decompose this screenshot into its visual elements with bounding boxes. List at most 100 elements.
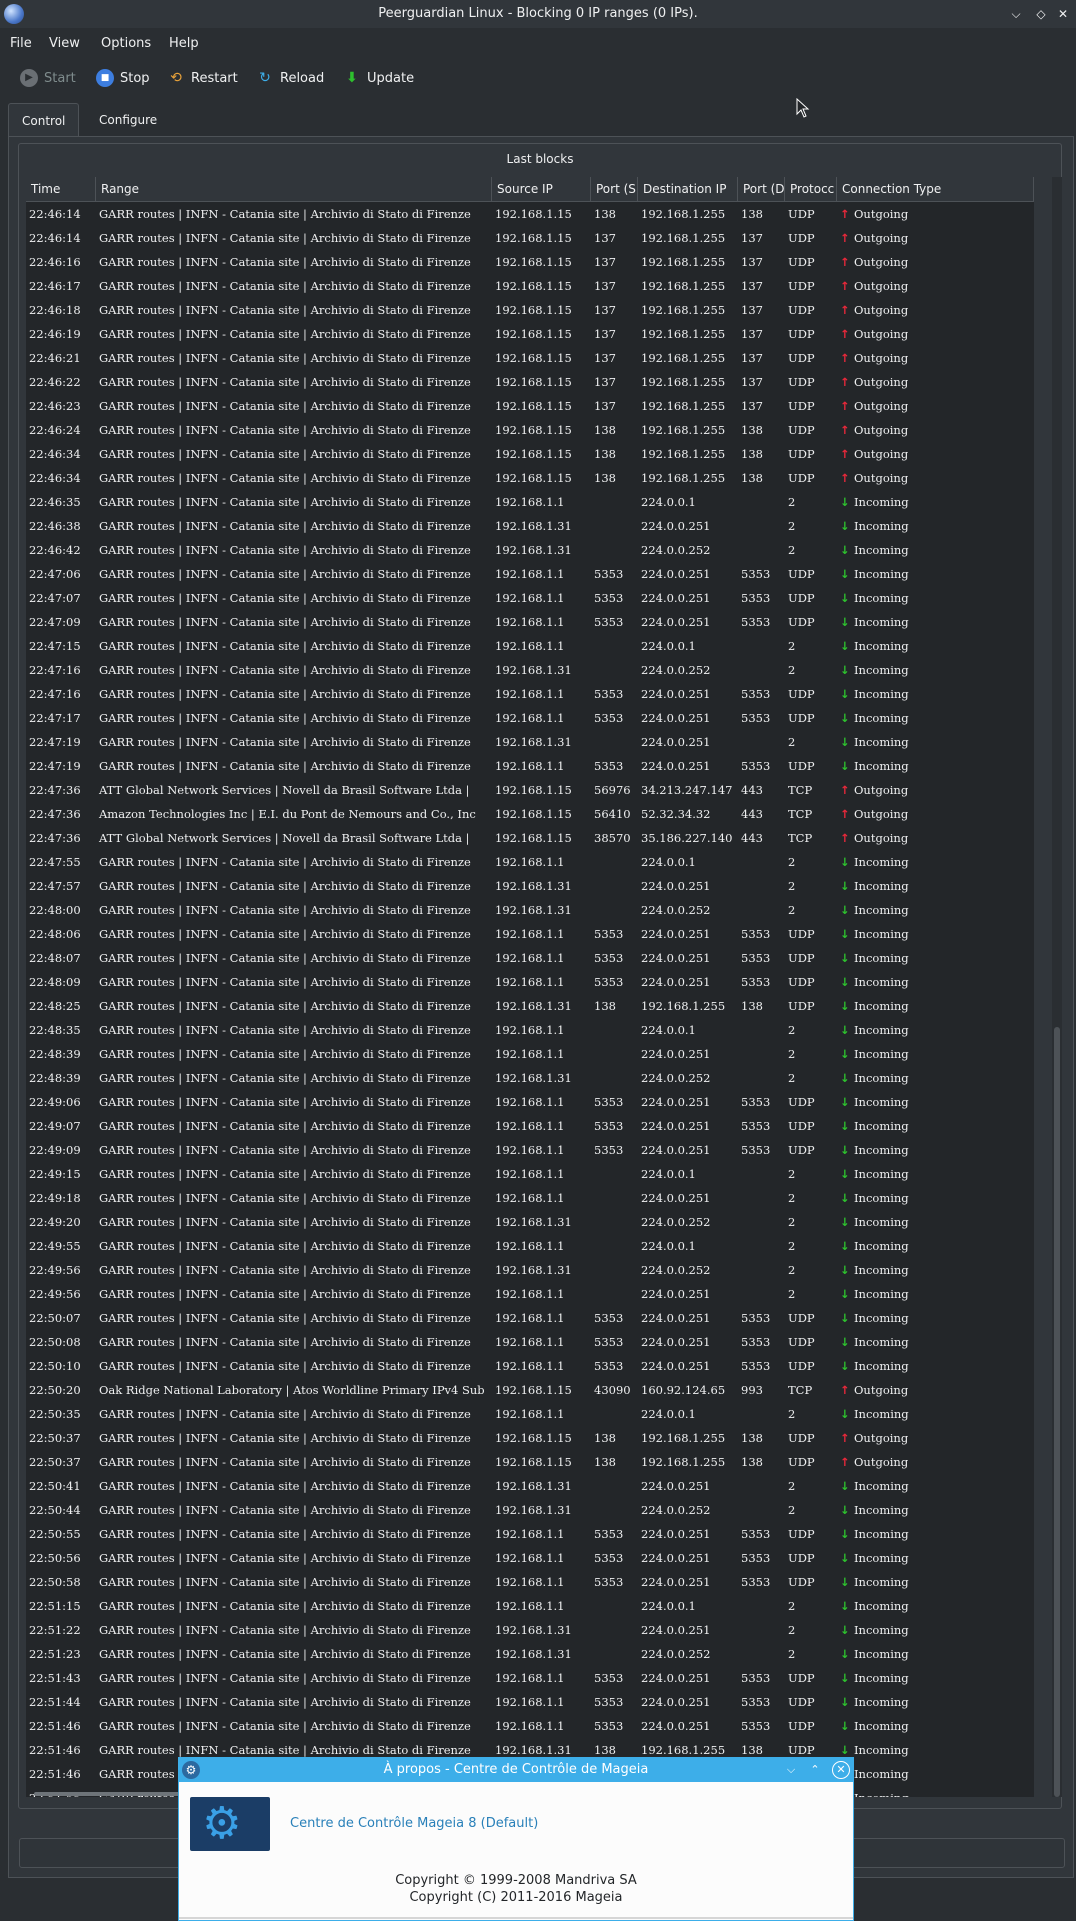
blocks-table[interactable]: Time Range Source IP Port (S Destination… — [26, 177, 1034, 1797]
dialog-maximize-icon[interactable]: ⌃ — [806, 1761, 824, 1779]
table-row[interactable]: 22:50:44 GARR routes | INFN - Catania sit… — [26, 1498, 1034, 1522]
table-row[interactable]: 22:46:34 GARR routes | INFN - Catania sit… — [26, 442, 1034, 466]
table-row[interactable]: 22:50:35 GARR routes | INFN - Catania sit… — [26, 1402, 1034, 1426]
menu-help[interactable]: Help — [169, 36, 199, 51]
table-row[interactable]: 22:47:09 GARR routes | INFN - Catania sit… — [26, 610, 1034, 634]
table-row[interactable]: 22:51:46 GARR routes | INFN - Catania sit… — [26, 1714, 1034, 1738]
stop-button[interactable]: ■ Stop — [96, 66, 150, 90]
menu-file[interactable]: File — [10, 36, 32, 51]
menu-options[interactable]: Options — [101, 36, 151, 51]
table-row[interactable]: 22:46:21 GARR routes | INFN - Catania sit… — [26, 346, 1034, 370]
table-row[interactable]: 22:48:00 GARR routes | INFN - Catania sit… — [26, 898, 1034, 922]
table-row[interactable]: 22:47:16 GARR routes | INFN - Catania sit… — [26, 658, 1034, 682]
maximize-icon[interactable]: ◇ — [1031, 4, 1051, 24]
table-row[interactable]: 22:48:06 GARR routes | INFN - Catania sit… — [26, 922, 1034, 946]
table-row[interactable]: 22:47:15 GARR routes | INFN - Catania sit… — [26, 634, 1034, 658]
table-row[interactable]: 22:48:09 GARR routes | INFN - Catania sit… — [26, 970, 1034, 994]
table-row[interactable]: 22:49:09 GARR routes | INFN - Catania sit… — [26, 1138, 1034, 1162]
column-header-connection-type[interactable]: Connection Type — [837, 177, 1034, 201]
table-row[interactable]: 22:49:56 GARR routes | INFN - Catania sit… — [26, 1258, 1034, 1282]
table-row[interactable]: 22:50:10 GARR routes | INFN - Catania sit… — [26, 1354, 1034, 1378]
column-header-destination-ip[interactable]: Destination IP — [638, 177, 738, 201]
table-row[interactable]: 22:49:07 GARR routes | INFN - Catania sit… — [26, 1114, 1034, 1138]
table-row[interactable]: 22:46:22 GARR routes | INFN - Catania sit… — [26, 370, 1034, 394]
vertical-scrollbar-thumb[interactable] — [1054, 1027, 1060, 1797]
table-row[interactable]: 22:47:17 GARR routes | INFN - Catania sit… — [26, 706, 1034, 730]
table-row[interactable]: 22:51:22 GARR routes | INFN - Catania sit… — [26, 1618, 1034, 1642]
table-row[interactable]: 22:50:08 GARR routes | INFN - Catania sit… — [26, 1330, 1034, 1354]
table-row[interactable]: 22:46:14 GARR routes | INFN - Catania sit… — [26, 202, 1034, 226]
cell-range: GARR routes | INFN - Catania site | Arch… — [99, 543, 471, 557]
cell-protocol: UDP — [788, 1671, 815, 1685]
vertical-scrollbar[interactable] — [1052, 177, 1062, 1797]
tab-control[interactable]: Control — [8, 103, 80, 138]
column-header-time[interactable]: Time — [26, 177, 96, 201]
table-row[interactable]: 22:47:36 ATT Global Network Services | No… — [26, 778, 1034, 802]
table-row[interactable]: 22:46:23 GARR routes | INFN - Catania sit… — [26, 394, 1034, 418]
table-row[interactable]: 22:46:42 GARR routes | INFN - Catania sit… — [26, 538, 1034, 562]
table-row[interactable]: 22:50:55 GARR routes | INFN - Catania sit… — [26, 1522, 1034, 1546]
column-header-destination-port[interactable]: Port (D — [738, 177, 785, 201]
table-row[interactable]: 22:50:58 GARR routes | INFN - Catania sit… — [26, 1570, 1034, 1594]
column-header-source-ip[interactable]: Source IP — [492, 177, 591, 201]
table-row[interactable]: 22:49:15 GARR routes | INFN - Catania sit… — [26, 1162, 1034, 1186]
table-row[interactable]: 22:46:17 GARR routes | INFN - Catania sit… — [26, 274, 1034, 298]
menu-view[interactable]: View — [49, 36, 80, 51]
reload-button[interactable]: ↻ Reload — [256, 66, 324, 90]
table-row[interactable]: 22:46:35 GARR routes | INFN - Catania sit… — [26, 490, 1034, 514]
table-row[interactable]: 22:47:55 GARR routes | INFN - Catania sit… — [26, 850, 1034, 874]
table-row[interactable]: 22:47:57 GARR routes | INFN - Catania sit… — [26, 874, 1034, 898]
table-row[interactable]: 22:50:37 GARR routes | INFN - Catania sit… — [26, 1426, 1034, 1450]
outgoing-arrow-icon: ↑ — [840, 303, 850, 317]
table-row[interactable]: 22:47:16 GARR routes | INFN - Catania sit… — [26, 682, 1034, 706]
table-row[interactable]: 22:47:07 GARR routes | INFN - Catania sit… — [26, 586, 1034, 610]
table-row[interactable]: 22:46:18 GARR routes | INFN - Catania sit… — [26, 298, 1034, 322]
table-row[interactable]: 22:49:20 GARR routes | INFN - Catania sit… — [26, 1210, 1034, 1234]
table-row[interactable]: 22:49:56 GARR routes | INFN - Catania sit… — [26, 1282, 1034, 1306]
table-row[interactable]: 22:49:06 GARR routes | INFN - Catania sit… — [26, 1090, 1034, 1114]
table-row[interactable]: 22:50:37 GARR routes | INFN - Catania sit… — [26, 1450, 1034, 1474]
dialog-minimize-icon[interactable]: ⌵ — [782, 1761, 800, 1779]
dialog-close-icon[interactable]: ✕ — [832, 1761, 850, 1779]
column-header-protocol[interactable]: Protocc — [785, 177, 837, 201]
table-row[interactable]: 22:47:19 GARR routes | INFN - Catania sit… — [26, 754, 1034, 778]
cell-destination-ip: 192.168.1.255 — [641, 399, 726, 413]
table-row[interactable]: 22:48:25 GARR routes | INFN - Catania sit… — [26, 994, 1034, 1018]
table-row[interactable]: 22:49:55 GARR routes | INFN - Catania sit… — [26, 1234, 1034, 1258]
table-row[interactable]: 22:51:43 GARR routes | INFN - Catania sit… — [26, 1666, 1034, 1690]
table-row[interactable]: 22:47:36 Amazon Technologies Inc | E.I. d… — [26, 802, 1034, 826]
table-row[interactable]: 22:48:39 GARR routes | INFN - Catania sit… — [26, 1066, 1034, 1090]
table-row[interactable]: 22:50:07 GARR routes | INFN - Catania sit… — [26, 1306, 1034, 1330]
table-row[interactable]: 22:46:38 GARR routes | INFN - Catania sit… — [26, 514, 1034, 538]
table-row[interactable]: 22:50:41 GARR routes | INFN - Catania sit… — [26, 1474, 1034, 1498]
update-button[interactable]: ⬇ Update — [343, 66, 414, 90]
table-row[interactable]: 22:51:44 GARR routes | INFN - Catania sit… — [26, 1690, 1034, 1714]
table-row[interactable]: 22:49:18 GARR routes | INFN - Catania sit… — [26, 1186, 1034, 1210]
column-header-range[interactable]: Range — [96, 177, 492, 201]
column-header-source-port[interactable]: Port (S — [591, 177, 638, 201]
table-row[interactable]: 22:50:56 GARR routes | INFN - Catania sit… — [26, 1546, 1034, 1570]
close-icon[interactable]: ✕ — [1053, 4, 1073, 24]
table-row[interactable]: 22:47:06 GARR routes | INFN - Catania sit… — [26, 562, 1034, 586]
dialog-app-name[interactable]: Centre de Contrôle Mageia 8 (Default) — [290, 1816, 538, 1831]
table-row[interactable]: 22:51:23 GARR routes | INFN - Catania sit… — [26, 1642, 1034, 1666]
table-row[interactable]: 22:46:14 GARR routes | INFN - Catania sit… — [26, 226, 1034, 250]
table-row[interactable]: 22:47:19 GARR routes | INFN - Catania sit… — [26, 730, 1034, 754]
table-row[interactable]: 22:51:15 GARR routes | INFN - Catania sit… — [26, 1594, 1034, 1618]
table-row[interactable]: 22:46:16 GARR routes | INFN - Catania sit… — [26, 250, 1034, 274]
table-row[interactable]: 22:50:20 Oak Ridge National Laboratory | … — [26, 1378, 1034, 1402]
cell-destination-port — [738, 1594, 785, 1618]
restart-button[interactable]: ⟲ Restart — [167, 66, 238, 90]
table-row[interactable]: 22:46:24 GARR routes | INFN - Catania sit… — [26, 418, 1034, 442]
cell-source-ip: 192.168.1.1 — [495, 1527, 565, 1541]
table-row[interactable]: 22:48:39 GARR routes | INFN - Catania sit… — [26, 1042, 1034, 1066]
table-row[interactable]: 22:48:35 GARR routes | INFN - Catania sit… — [26, 1018, 1034, 1042]
table-row[interactable]: 22:48:07 GARR routes | INFN - Catania sit… — [26, 946, 1034, 970]
tab-configure[interactable]: Configure — [86, 103, 170, 137]
minimize-icon[interactable]: ⌵ — [1006, 4, 1026, 24]
connection-type-label: Incoming — [854, 1311, 909, 1325]
table-row[interactable]: 22:46:34 GARR routes | INFN - Catania sit… — [26, 466, 1034, 490]
start-button[interactable]: ▶ Start — [20, 66, 76, 90]
table-row[interactable]: 22:47:36 ATT Global Network Services | No… — [26, 826, 1034, 850]
table-row[interactable]: 22:46:19 GARR routes | INFN - Catania sit… — [26, 322, 1034, 346]
